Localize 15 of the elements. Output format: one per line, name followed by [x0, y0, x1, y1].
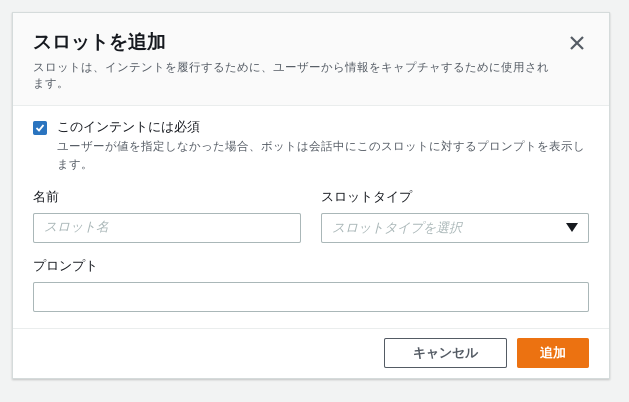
checkbox-label: このインテントには必須 [57, 119, 201, 136]
cancel-button[interactable]: キャンセル [384, 338, 507, 368]
dialog-description: スロットは、インテントを履行するために、ユーザーから情報をキャプチャするために使用されます。 [33, 59, 550, 92]
field-label: 名前 [33, 188, 60, 206]
select-field[interactable]: スロットタイプを選択 [321, 212, 589, 243]
add-button[interactable]: 追加 [517, 338, 589, 368]
caret-icon [566, 223, 578, 232]
checkbox-description: ユーザーが値を指定しなかった場合、ボットは会話中にこのスロットに対するプロンプトを表示します。 [57, 138, 586, 173]
dialog-title: スロットを追加 [33, 30, 167, 55]
field-label: プロンプト [33, 258, 99, 275]
required-checkbox[interactable] [33, 121, 47, 136]
text-field[interactable] [33, 282, 589, 312]
close-icon [569, 35, 585, 51]
text-field[interactable]: スロット名 [33, 212, 301, 243]
field-label: スロットタイプ [321, 188, 414, 206]
